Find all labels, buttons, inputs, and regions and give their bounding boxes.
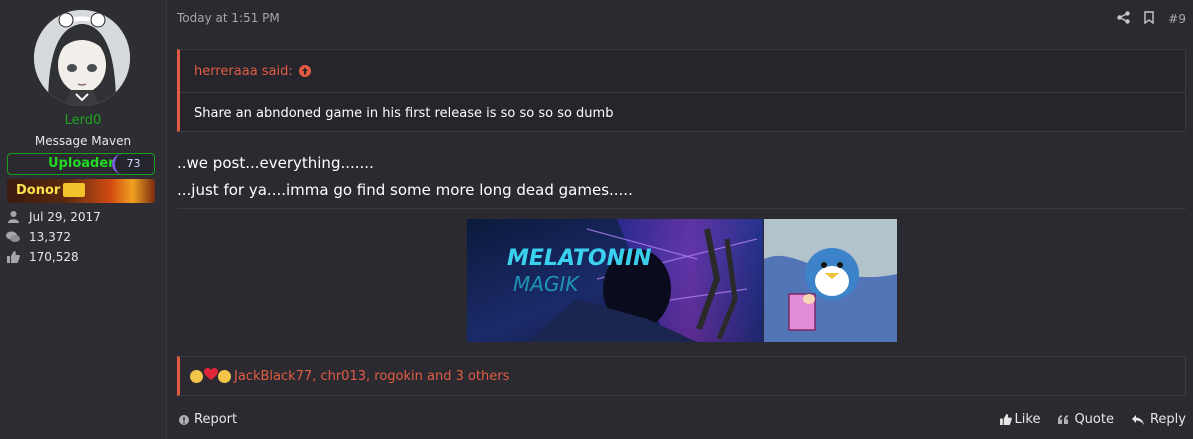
bookmark-icon[interactable] bbox=[1144, 9, 1154, 28]
quote-label: Quote bbox=[1074, 412, 1114, 427]
heart-icon bbox=[204, 367, 218, 385]
report-button[interactable]: Report bbox=[179, 412, 237, 427]
post-top-actions: #9 bbox=[1117, 9, 1186, 28]
post-image[interactable]: MELATONIN MAGIK bbox=[467, 219, 897, 342]
message-line-2: ...just for ya....imma go find some more… bbox=[177, 181, 633, 199]
reactions-stat: 170,528 bbox=[6, 250, 79, 264]
reply-icon bbox=[1131, 414, 1144, 425]
joined-stat: Jul 29, 2017 bbox=[6, 210, 101, 224]
joined-date: Jul 29, 2017 bbox=[29, 210, 101, 224]
image-text-1: MELATONIN bbox=[507, 246, 652, 271]
messages-stat: 13,372 bbox=[6, 230, 71, 244]
like-button[interactable]: Like bbox=[999, 412, 1041, 427]
user-title: Message Maven bbox=[34, 134, 132, 148]
messages-icon bbox=[6, 230, 20, 244]
image-text-2: MAGIK bbox=[513, 272, 580, 296]
thinking-emoji-icon bbox=[218, 369, 231, 383]
post-number[interactable]: #9 bbox=[1168, 12, 1186, 26]
donor-label: Donor bbox=[16, 183, 61, 198]
reaction-names[interactable]: JackBlack77, chr013, rogokin and 3 other… bbox=[234, 369, 509, 384]
uploader-count: 73 bbox=[112, 154, 152, 174]
reply-button[interactable]: Reply bbox=[1131, 412, 1186, 427]
like-label: Like bbox=[1014, 412, 1041, 427]
donor-banner: Donor bbox=[7, 179, 155, 203]
laugh-emoji-icon bbox=[190, 369, 203, 383]
thumbs-up-icon bbox=[6, 250, 20, 264]
quote-block: herreraaa said: Share an abndoned game i… bbox=[177, 49, 1186, 132]
post-message: ..we post...everything....... ...just fo… bbox=[177, 150, 633, 204]
uploader-banner: Uploader 73 bbox=[7, 153, 155, 175]
quote-header: herreraaa said: bbox=[180, 50, 1185, 93]
user-icon bbox=[6, 210, 20, 224]
quote-icon bbox=[1058, 415, 1069, 424]
message-line-1: ..we post...everything....... bbox=[177, 154, 374, 172]
divider bbox=[177, 208, 1186, 209]
money-icon bbox=[63, 183, 85, 197]
uploader-label: Uploader bbox=[48, 156, 115, 171]
like-icon bbox=[999, 414, 1012, 425]
post-actions: Like Quote Reply bbox=[999, 412, 1186, 427]
post-main: Today at 1:51 PM #9 herreraaa said: Shar… bbox=[167, 0, 1193, 439]
quote-author[interactable]: herreraaa said: bbox=[194, 64, 293, 79]
report-label: Report bbox=[194, 412, 238, 427]
quote-button[interactable]: Quote bbox=[1058, 412, 1114, 427]
reactions-count: 170,528 bbox=[29, 250, 79, 264]
quote-text: Share an abndoned game in his first rele… bbox=[194, 106, 614, 121]
report-icon bbox=[179, 414, 189, 425]
reply-label: Reply bbox=[1149, 412, 1186, 427]
forum-post: Lerd0 Message Maven Uploader 73 Donor Ju… bbox=[0, 0, 1193, 439]
arrow-up-icon[interactable] bbox=[298, 65, 311, 77]
user-sidebar: Lerd0 Message Maven Uploader 73 Donor Ju… bbox=[0, 0, 167, 439]
avatar-image bbox=[34, 10, 130, 106]
messages-count: 13,372 bbox=[29, 230, 71, 244]
share-icon[interactable] bbox=[1117, 9, 1130, 28]
reactions-bar[interactable]: JackBlack77, chr013, rogokin and 3 other… bbox=[177, 356, 1186, 396]
username[interactable]: Lerd0 bbox=[0, 113, 166, 128]
avatar[interactable] bbox=[34, 10, 130, 106]
post-timestamp[interactable]: Today at 1:51 PM bbox=[177, 11, 280, 25]
